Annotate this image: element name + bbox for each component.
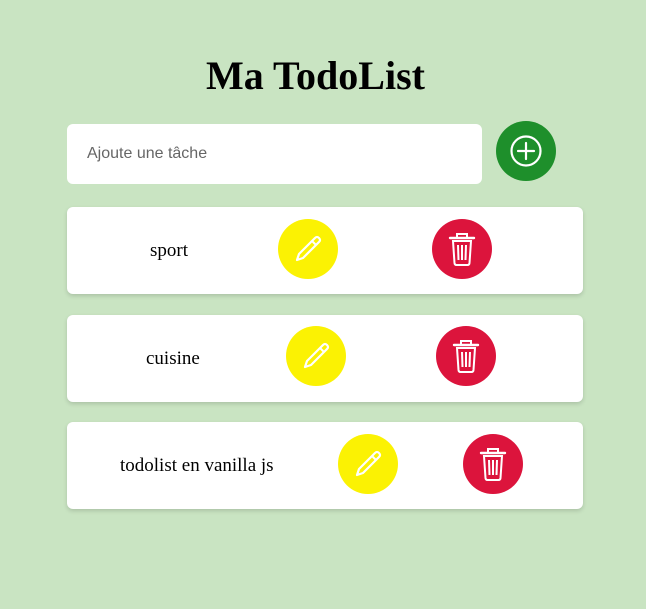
delete-task-button[interactable] <box>463 434 523 494</box>
task-item: todolist en vanilla js <box>67 422 583 509</box>
task-label: sport <box>150 240 188 261</box>
trash-icon <box>479 448 507 481</box>
trash-icon <box>448 233 476 266</box>
pencil-icon <box>355 450 382 477</box>
edit-task-button[interactable] <box>278 219 338 279</box>
pencil-icon <box>303 342 330 369</box>
task-item: cuisine <box>67 315 583 402</box>
delete-task-button[interactable] <box>436 326 496 386</box>
delete-task-button[interactable] <box>432 219 492 279</box>
task-item: sport <box>67 207 583 294</box>
add-task-button[interactable] <box>496 121 556 181</box>
trash-icon <box>452 340 480 373</box>
pencil-icon <box>295 235 322 262</box>
edit-task-button[interactable] <box>286 326 346 386</box>
edit-task-button[interactable] <box>338 434 398 494</box>
task-label: cuisine <box>146 348 200 369</box>
task-input[interactable] <box>67 124 482 184</box>
task-label: todolist en vanilla js <box>120 455 274 476</box>
plus-circle-icon <box>510 135 542 167</box>
page-title: Ma TodoList <box>206 53 425 98</box>
